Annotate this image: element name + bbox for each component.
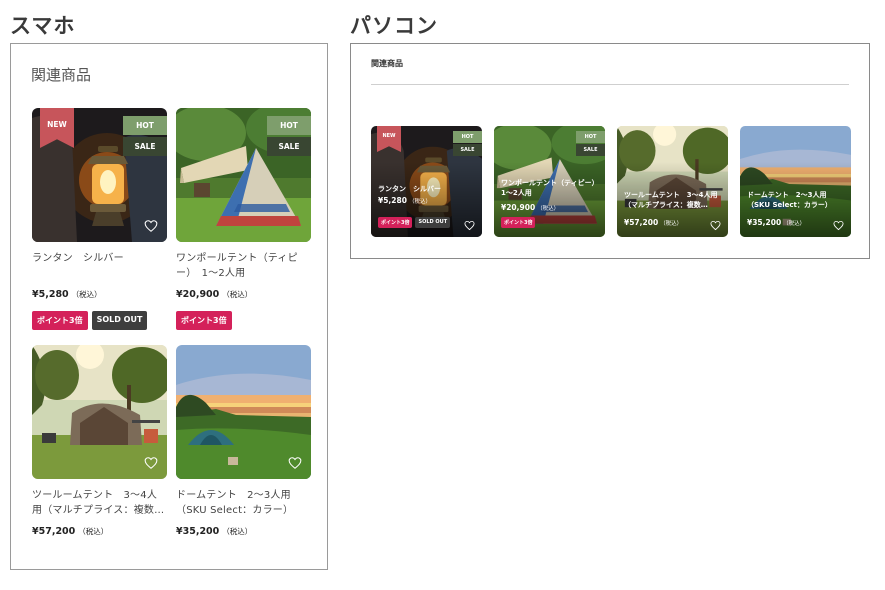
heart-outline-icon[interactable] xyxy=(710,220,721,231)
product-card-dome[interactable]: ドームテント 2〜3人用（SKU Select：カラー） ¥35,200 （税込） xyxy=(740,126,851,237)
point-tag: ポイント3倍 xyxy=(176,311,232,330)
product-price: ¥57,200 （税込） xyxy=(32,526,109,537)
product-name[interactable]: ツールームテント 3〜4人用（マルチプライス：複数… xyxy=(32,488,167,520)
sold-out-tag: SOLD OUT xyxy=(91,311,148,330)
point-tag: ポイント3倍 xyxy=(32,311,88,330)
divider xyxy=(371,84,849,85)
section-title: 関連商品 xyxy=(31,66,92,84)
heart-outline-icon[interactable] xyxy=(144,456,158,470)
product-name[interactable]: ツールームテント 3〜4人用（マルチプライス：複数… xyxy=(624,190,722,210)
product-name[interactable]: ランタン シルバー xyxy=(32,251,167,283)
product-price: ¥5,280 （税込） xyxy=(32,289,102,300)
product-card-dome[interactable]: ドームテント 2〜3人用（SKU Select：カラー） ¥35,200 （税込） xyxy=(176,345,311,537)
product-image[interactable] xyxy=(176,345,311,479)
product-card-lantern[interactable]: NEW HOT SALE ランタン シルバー ¥5,280 （税込） ポイント3倍… xyxy=(371,126,482,237)
product-card-lantern[interactable]: NEW HOT SALE ランタン シルバー ¥5,280 （税込） ポイント3倍… xyxy=(32,108,167,330)
sale-badge: SALE xyxy=(576,144,605,156)
product-card-teepee[interactable]: HOT SALE ワンポールテント（ティピー） 1〜2人用 ¥20,900 （税込… xyxy=(494,126,605,237)
product-price: ¥5,280 （税込） xyxy=(378,196,431,205)
point-tag: ポイント3倍 xyxy=(378,217,413,228)
product-name[interactable]: ランタン シルバー xyxy=(378,184,476,194)
section-title: 関連商品 xyxy=(371,59,403,68)
hot-badge: HOT xyxy=(123,116,167,135)
product-price: ¥57,200 （税込） xyxy=(624,218,683,227)
heart-outline-icon[interactable] xyxy=(464,220,475,231)
sale-badge: SALE xyxy=(123,137,167,156)
hot-badge: HOT xyxy=(576,131,605,143)
mobile-heading: スマホ xyxy=(10,14,76,38)
heart-outline-icon[interactable] xyxy=(833,220,844,231)
product-price: ¥35,200 （税込） xyxy=(747,218,806,227)
point-tag: ポイント3倍 xyxy=(501,217,536,228)
product-name[interactable]: ワンポールテント（ティピー） 1〜2人用 xyxy=(176,251,311,283)
sale-badge: SALE xyxy=(453,144,482,156)
product-name[interactable]: ドームテント 2〜3人用（SKU Select：カラー） xyxy=(176,488,311,520)
product-card-tworoom[interactable]: ツールームテント 3〜4人用（マルチプライス：複数… ¥57,200 （税込） xyxy=(617,126,728,237)
product-card-teepee[interactable]: HOT SALE ワンポールテント（ティピー） 1〜2人用 ¥20,900 （税込… xyxy=(176,108,311,330)
product-name[interactable]: ドームテント 2〜3人用（SKU Select：カラー） xyxy=(747,190,845,210)
product-card-tworoom[interactable]: ツールームテント 3〜4人用（マルチプライス：複数… ¥57,200 （税込） xyxy=(32,345,167,537)
mobile-related-products: 関連商品 NEW HOT SALE ランタン シルバー ¥5,280 （税込） ポ… xyxy=(10,43,328,570)
product-image[interactable]: HOT SALE xyxy=(176,108,311,242)
product-name[interactable]: ワンポールテント（ティピー） 1〜2人用 xyxy=(501,178,602,198)
sale-badge: SALE xyxy=(267,137,311,156)
product-image[interactable]: NEW HOT SALE xyxy=(32,108,167,242)
product-image[interactable] xyxy=(32,345,167,479)
sold-out-tag: SOLD OUT xyxy=(415,217,451,228)
pc-related-products: 関連商品 NEW HOT SALE ランタン シルバー ¥5,280 （税込） ポ… xyxy=(350,43,870,259)
product-price: ¥35,200 （税込） xyxy=(176,526,253,537)
heart-outline-icon[interactable] xyxy=(144,219,158,233)
product-price: ¥20,900 （税込） xyxy=(176,289,253,300)
product-price: ¥20,900 （税込） xyxy=(501,203,560,212)
heart-outline-icon[interactable] xyxy=(288,456,302,470)
pc-heading: パソコン xyxy=(350,14,438,38)
hot-badge: HOT xyxy=(453,131,482,143)
hot-badge: HOT xyxy=(267,116,311,135)
